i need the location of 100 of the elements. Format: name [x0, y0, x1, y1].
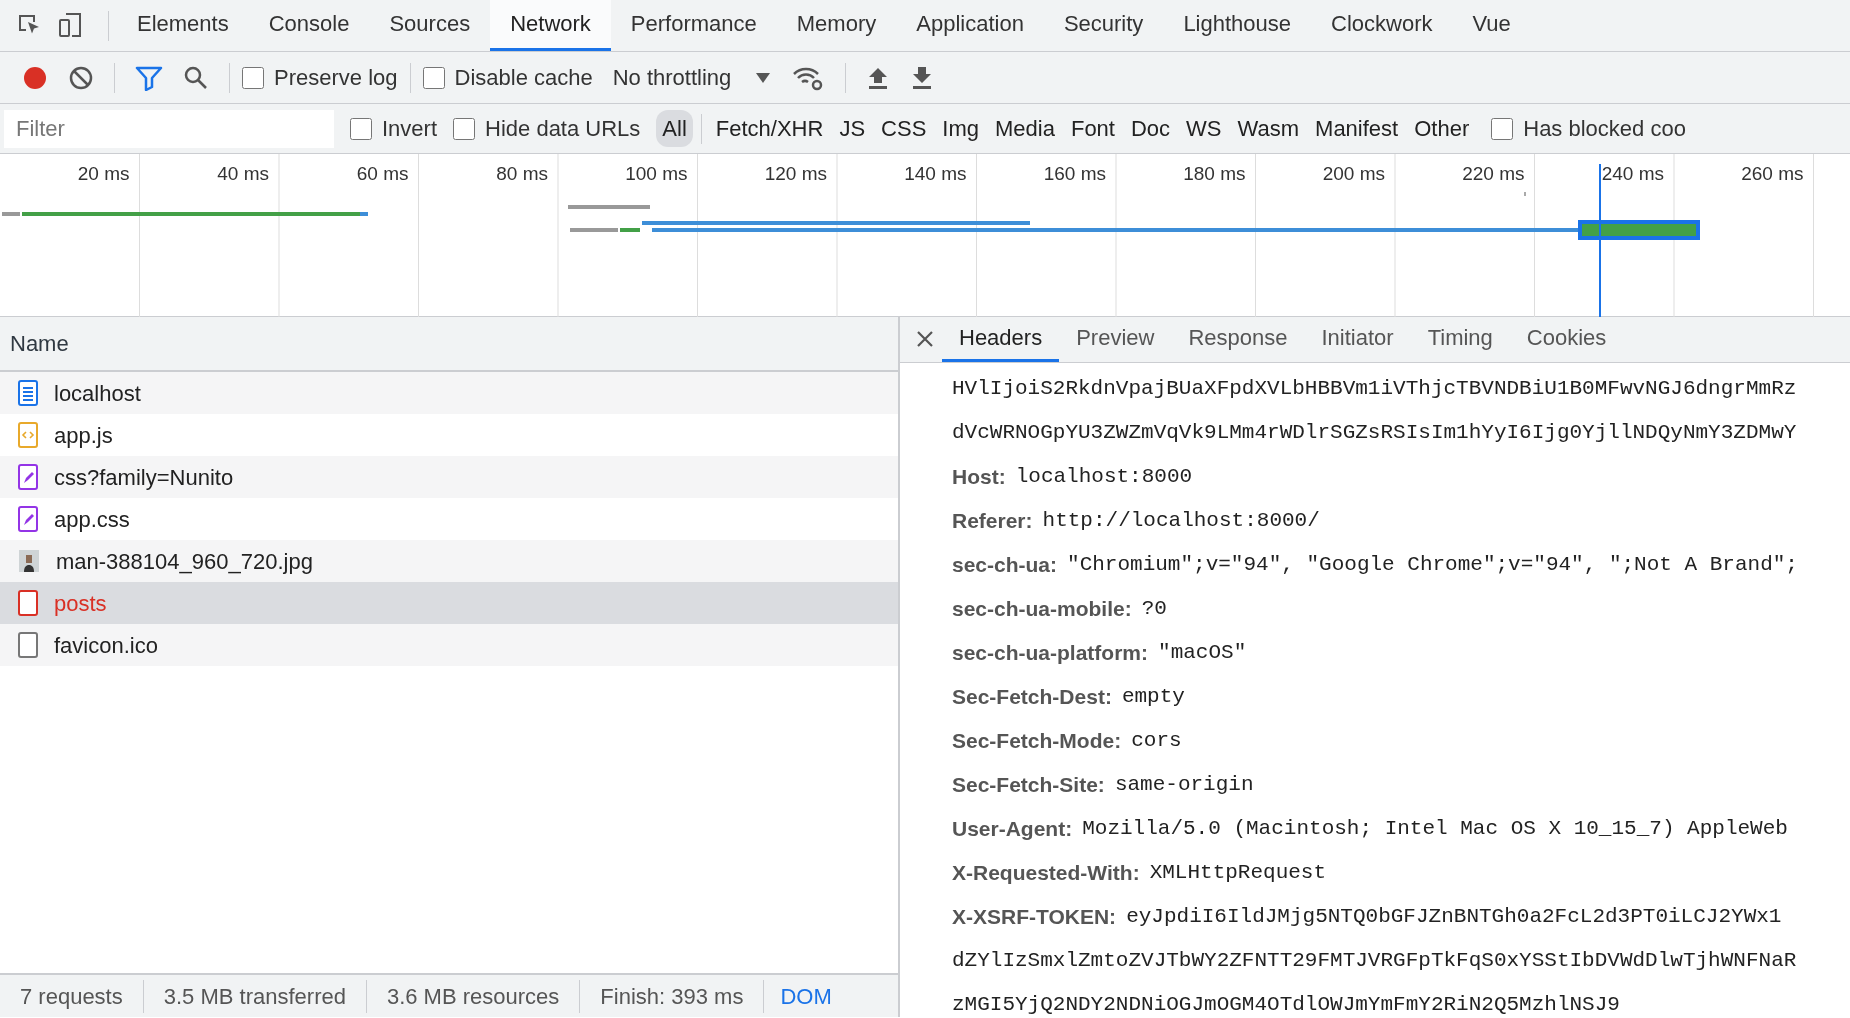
header-name: sec-ch-ua-platform:	[952, 640, 1149, 667]
request-row[interactable]: man-388104_960_720.jpg	[0, 540, 898, 582]
tick-label: 240 ms	[1601, 163, 1664, 184]
header-value: cors	[1131, 728, 1182, 755]
panel-tab[interactable]: Network	[490, 0, 611, 51]
header-value: same-origin	[1114, 772, 1254, 799]
has-blocked-cookies-label: Has blocked coo	[1523, 115, 1686, 143]
type-filter[interactable]: Font	[1064, 110, 1121, 147]
panel-tab[interactable]: Application	[896, 0, 1044, 51]
type-filter[interactable]: CSS	[875, 110, 933, 147]
header-value: dZYlIzSmxlZmtoZVJTbWY2ZFNTT29FMTJVRGFpTkFqS0xYSStIbDVWdDlwTjhWNFNaR	[952, 948, 1797, 975]
request-row[interactable]: localhost	[0, 372, 898, 414]
device-toolbar-icon[interactable]	[58, 11, 84, 39]
panel-tab[interactable]: Console	[248, 0, 370, 51]
panel-tab[interactable]: Vue	[1452, 0, 1531, 51]
tick-label: 140 ms	[904, 163, 967, 184]
panel-tab[interactable]: Sources	[369, 0, 491, 51]
disable-cache-checkbox[interactable]	[422, 66, 445, 89]
header-value: eyJpdiI6IldJMjg5NTQ0bGFJZnBNTGh0a2FcL2d3PT0iLCJ2YWx1	[1126, 904, 1782, 931]
type-filter[interactable]: Other	[1408, 110, 1476, 147]
tick-label: 80 ms	[496, 163, 548, 184]
record-icon	[22, 64, 48, 91]
header-value: ?0	[1141, 596, 1167, 623]
document-icon	[18, 380, 38, 406]
file-icon	[18, 590, 38, 616]
request-row[interactable]: css?family=Nunito	[0, 456, 898, 498]
type-filter[interactable]: Doc	[1124, 110, 1177, 147]
invert-checkbox[interactable]	[350, 117, 372, 140]
status-text: 3.6 MB resources	[366, 979, 581, 1013]
tick-label: 220 ms	[1462, 163, 1525, 184]
detail-tab[interactable]: Cookies	[1509, 317, 1624, 362]
status-text: 7 requests	[0, 979, 144, 1013]
stylesheet-file-icon	[18, 464, 38, 490]
header-name: User-Agent:	[952, 816, 1073, 843]
image-thumbnail-icon	[18, 549, 40, 573]
header-value: zMGI5YjQ2NDY2NDNiOGJmOGM4OTdlOWJmYmFmY2RiN2Q5MzhlNSJ9	[952, 992, 1620, 1017]
script-file-icon	[18, 422, 38, 448]
header-value: empty	[1121, 684, 1185, 711]
header-value: http://localhost:8000/	[1042, 508, 1320, 535]
preserve-log-checkbox[interactable]	[242, 66, 264, 89]
search-icon	[183, 64, 209, 91]
tick-label: 40 ms	[217, 163, 269, 184]
header-value: HVlIjoiS2RkdnVpajBUaXFpdXVLbHBBVm1iVThjcTBVNDBiU1B0MFwvNGJ6dngrMmRz	[952, 376, 1797, 403]
tick-label: 120 ms	[764, 163, 827, 184]
panel-tab[interactable]: Clockwork	[1311, 0, 1453, 51]
tick-label: 60 ms	[356, 163, 409, 184]
header-value: "macOS"	[1158, 640, 1247, 667]
invert-label: Invert	[382, 115, 438, 143]
panel-tab[interactable]: Memory	[776, 0, 897, 51]
header-name: X-Requested-With:	[952, 860, 1140, 887]
type-filter[interactable]: Img	[936, 110, 985, 147]
disable-cache-label: Disable cache	[454, 64, 593, 92]
type-filter[interactable]: JS	[833, 110, 872, 147]
header-name: Host:	[952, 464, 1006, 491]
type-filter[interactable]: Manifest	[1309, 110, 1405, 147]
type-filter[interactable]: Media	[989, 110, 1061, 147]
detail-tab[interactable]: Headers	[942, 317, 1060, 362]
tick-label: 200 ms	[1322, 163, 1385, 184]
type-filter[interactable]: Wasm	[1231, 110, 1306, 147]
header-value: Mozilla/5.0 (Macintosh; Intel Mac OS X 10_15_7) AppleWeb	[1082, 816, 1788, 843]
panel-tab[interactable]: Lighthouse	[1163, 0, 1312, 51]
type-filter[interactable]: Fetch/XHR	[709, 110, 830, 147]
filter-field[interactable]: Filter	[4, 109, 334, 148]
detail-tab[interactable]: Initiator	[1304, 317, 1411, 362]
panel-tab[interactable]: Performance	[610, 0, 777, 51]
has-blocked-cookies-checkbox[interactable]	[1491, 117, 1514, 140]
header-name: Sec-Fetch-Mode:	[952, 728, 1122, 755]
tick-label: 260 ms	[1741, 163, 1804, 184]
header-value: "Chromium";v="94", "Google Chrome";v="94", ";Not A Brand";	[1067, 552, 1798, 579]
request-row[interactable]: favicon.ico	[0, 624, 898, 666]
panel-tab[interactable]: Security	[1043, 0, 1164, 51]
status-text: Finish: 393 ms	[580, 979, 765, 1013]
header-name: sec-ch-ua:	[952, 552, 1058, 579]
hide-data-urls-checkbox[interactable]	[453, 117, 476, 140]
throttling-dropdown[interactable]: No throttling	[604, 57, 780, 98]
close-icon	[916, 330, 934, 348]
filter-icon	[135, 64, 163, 91]
status-text: 3.5 MB transferred	[143, 979, 367, 1013]
header-name: Sec-Fetch-Dest:	[952, 684, 1112, 711]
header-name: X-XSRF-TOKEN:	[952, 904, 1117, 931]
stylesheet-file-icon	[18, 506, 38, 532]
type-filter[interactable]: WS	[1180, 110, 1228, 147]
tick-label: 160 ms	[1043, 163, 1106, 184]
file-icon	[18, 632, 38, 658]
panel-tab[interactable]: Elements	[117, 0, 249, 51]
dom-content-loaded-link[interactable]: DOM	[764, 979, 848, 1013]
column-header[interactable]: Name	[0, 317, 898, 372]
header-value: localhost:8000	[1015, 464, 1193, 491]
type-filter[interactable]: All	[656, 110, 693, 147]
header-value: XMLHttpRequest	[1149, 860, 1327, 887]
detail-tab[interactable]: Response	[1171, 317, 1305, 362]
caret-icon	[755, 71, 772, 84]
header-value: dVcWRNOGpYU3ZWZmVqVk9LMm4rWDlrSGZsRSIsIm1hYyI6Ijg0YjllNDQyNmY3ZDMwY	[952, 420, 1797, 447]
tick-label: 100 ms	[625, 163, 688, 184]
header-name: Referer:	[952, 508, 1033, 535]
hide-data-urls-label: Hide data URLs	[485, 115, 641, 143]
detail-tab[interactable]: Preview	[1059, 317, 1172, 362]
tick-label: 20 ms	[77, 163, 130, 184]
header-name: sec-ch-ua-mobile:	[952, 596, 1132, 623]
detail-tab[interactable]: Timing	[1410, 317, 1510, 362]
